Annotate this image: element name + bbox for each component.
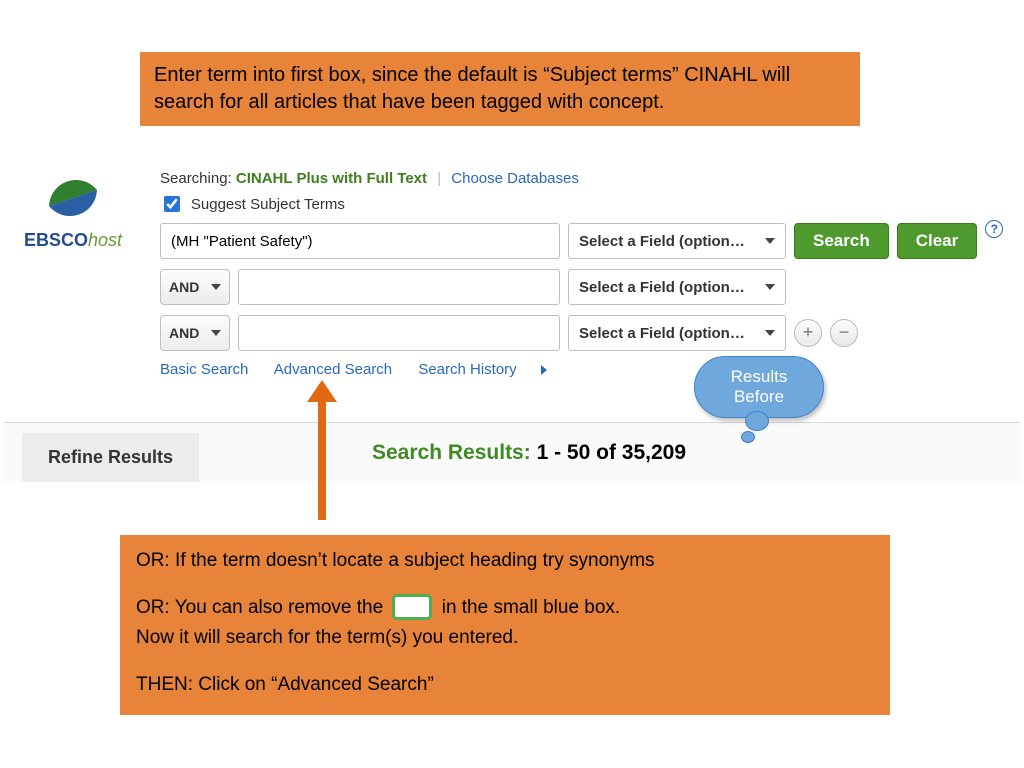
search-term-input-1[interactable] (160, 223, 560, 259)
search-history-link[interactable]: Search History (418, 361, 568, 378)
searching-db-line: Searching: CINAHL Plus with Full Text | … (160, 170, 1010, 187)
database-name: CINAHL Plus with Full Text (236, 170, 427, 187)
chevron-down-icon (765, 284, 775, 290)
search-term-input-3[interactable] (238, 315, 560, 351)
search-row-1: Select a Field (option… Search Clear ? (160, 223, 1010, 259)
suggest-subject-terms-checkbox[interactable] (164, 196, 180, 212)
search-form: Searching: CINAHL Plus with Full Text | … (160, 170, 1010, 378)
clear-button[interactable]: Clear (897, 223, 978, 259)
suggest-subject-terms-row: Suggest Subject Terms (160, 193, 1010, 215)
suggest-subject-terms-label: Suggest Subject Terms (191, 196, 345, 213)
field-select-1[interactable]: Select a Field (option… (568, 223, 786, 259)
checkbox-placeholder-icon (392, 594, 432, 620)
results-header: Refine Results Search Results: 1 - 50 of… (4, 422, 1020, 482)
field-select-2[interactable]: Select a Field (option… (568, 269, 786, 305)
chevron-down-icon (211, 330, 221, 336)
instruction-callout-top: Enter term into first box, since the def… (140, 52, 860, 126)
advanced-search-link[interactable]: Advanced Search (274, 361, 392, 378)
ebsco-logo-text: EBSCOhost (18, 230, 128, 251)
search-button[interactable]: Search (794, 223, 889, 259)
results-before-callout: Results Before (694, 356, 824, 418)
ebsco-logo-icon (45, 170, 101, 226)
help-icon[interactable]: ? (985, 220, 1003, 238)
caret-right-icon (541, 365, 547, 375)
chevron-down-icon (765, 238, 775, 244)
chevron-down-icon (211, 284, 221, 290)
remove-row-button[interactable]: − (830, 319, 858, 347)
search-results-count: Search Results: 1 - 50 of 35,209 (372, 441, 686, 465)
search-mode-links: Basic Search Advanced Search Search Hist… (160, 361, 1010, 378)
boolean-operator-2[interactable]: AND (160, 269, 230, 305)
basic-search-link[interactable]: Basic Search (160, 361, 248, 378)
boolean-operator-3[interactable]: AND (160, 315, 230, 351)
ebsco-logo: EBSCOhost (18, 170, 128, 251)
refine-results-heading: Refine Results (22, 433, 199, 482)
search-row-3: AND Select a Field (option… + − (160, 315, 1010, 351)
field-select-3[interactable]: Select a Field (option… (568, 315, 786, 351)
instruction-callout-bottom: OR: If the term doesn’t locate a subject… (120, 535, 890, 715)
chevron-down-icon (765, 330, 775, 336)
search-row-2: AND Select a Field (option… (160, 269, 1010, 305)
search-term-input-2[interactable] (238, 269, 560, 305)
choose-databases-link[interactable]: Choose Databases (451, 170, 579, 187)
add-row-button[interactable]: + (794, 319, 822, 347)
